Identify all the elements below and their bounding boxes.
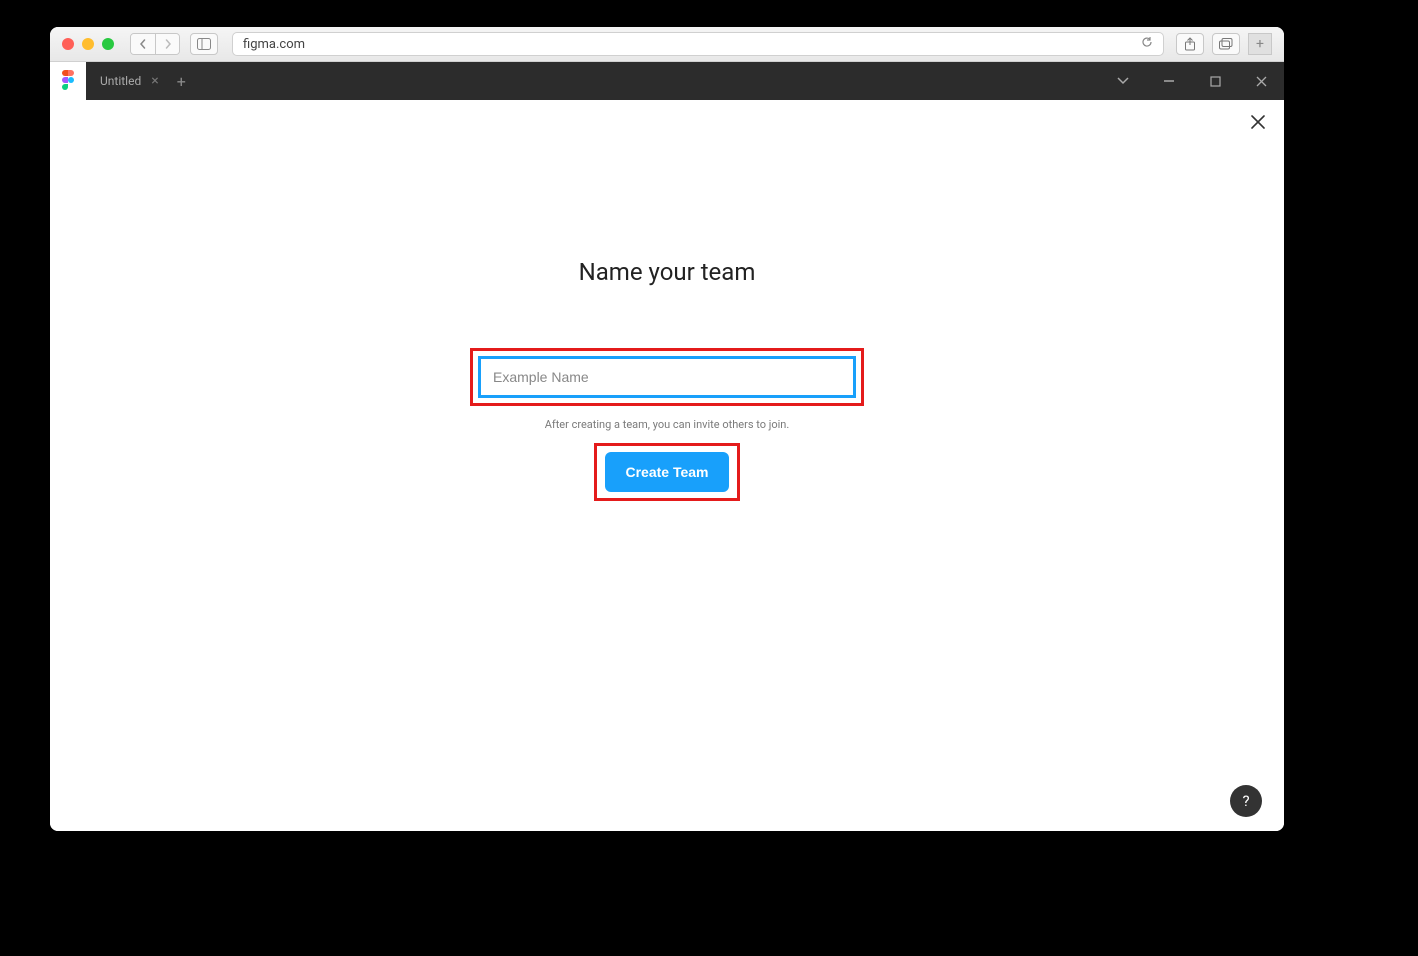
create-team-button[interactable]: Create Team xyxy=(605,452,728,492)
figma-tab-title: Untitled xyxy=(100,74,141,88)
url-bar[interactable]: figma.com xyxy=(232,32,1164,56)
mac-titlebar: figma.com + xyxy=(50,27,1284,62)
button-highlight: Create Team xyxy=(594,443,739,501)
new-tab-button[interactable]: + xyxy=(1248,33,1272,55)
create-team-form: Name your team After creating a team, yo… xyxy=(50,100,1284,501)
help-button[interactable]: ? xyxy=(1230,785,1262,817)
minimize-window-button[interactable] xyxy=(82,38,94,50)
app-close-button[interactable] xyxy=(1238,62,1284,100)
figma-new-tab-button[interactable]: + xyxy=(177,72,186,91)
app-minimize-button[interactable] xyxy=(1146,62,1192,100)
dialog-heading: Name your team xyxy=(579,258,756,286)
chevron-down-icon[interactable] xyxy=(1100,62,1146,100)
tabs-button[interactable] xyxy=(1212,33,1240,55)
input-highlight xyxy=(470,348,864,406)
sidebar-toggle-button[interactable] xyxy=(190,33,218,55)
figma-home-button[interactable] xyxy=(50,62,86,100)
close-tab-icon[interactable]: × xyxy=(151,73,158,89)
share-button[interactable] xyxy=(1176,33,1204,55)
url-text: figma.com xyxy=(243,37,305,52)
back-button[interactable] xyxy=(131,34,155,54)
help-icon: ? xyxy=(1242,792,1249,810)
close-window-button[interactable] xyxy=(62,38,74,50)
team-name-input[interactable] xyxy=(479,357,855,397)
figma-tab[interactable]: Untitled × xyxy=(86,62,169,100)
nav-buttons xyxy=(130,33,180,55)
forward-button[interactable] xyxy=(155,34,179,54)
refresh-icon[interactable] xyxy=(1141,36,1153,52)
app-maximize-button[interactable] xyxy=(1192,62,1238,100)
maximize-window-button[interactable] xyxy=(102,38,114,50)
content-area: Name your team After creating a team, yo… xyxy=(50,100,1284,831)
figma-app-bar: Untitled × + xyxy=(50,62,1284,100)
close-dialog-button[interactable] xyxy=(1250,114,1266,130)
hint-text: After creating a team, you can invite ot… xyxy=(545,418,790,431)
figma-window-controls xyxy=(1100,62,1284,100)
window-controls xyxy=(62,38,114,50)
browser-window: figma.com + xyxy=(50,27,1284,831)
figma-logo-icon xyxy=(61,70,75,93)
toolbar-right: + xyxy=(1176,33,1272,55)
